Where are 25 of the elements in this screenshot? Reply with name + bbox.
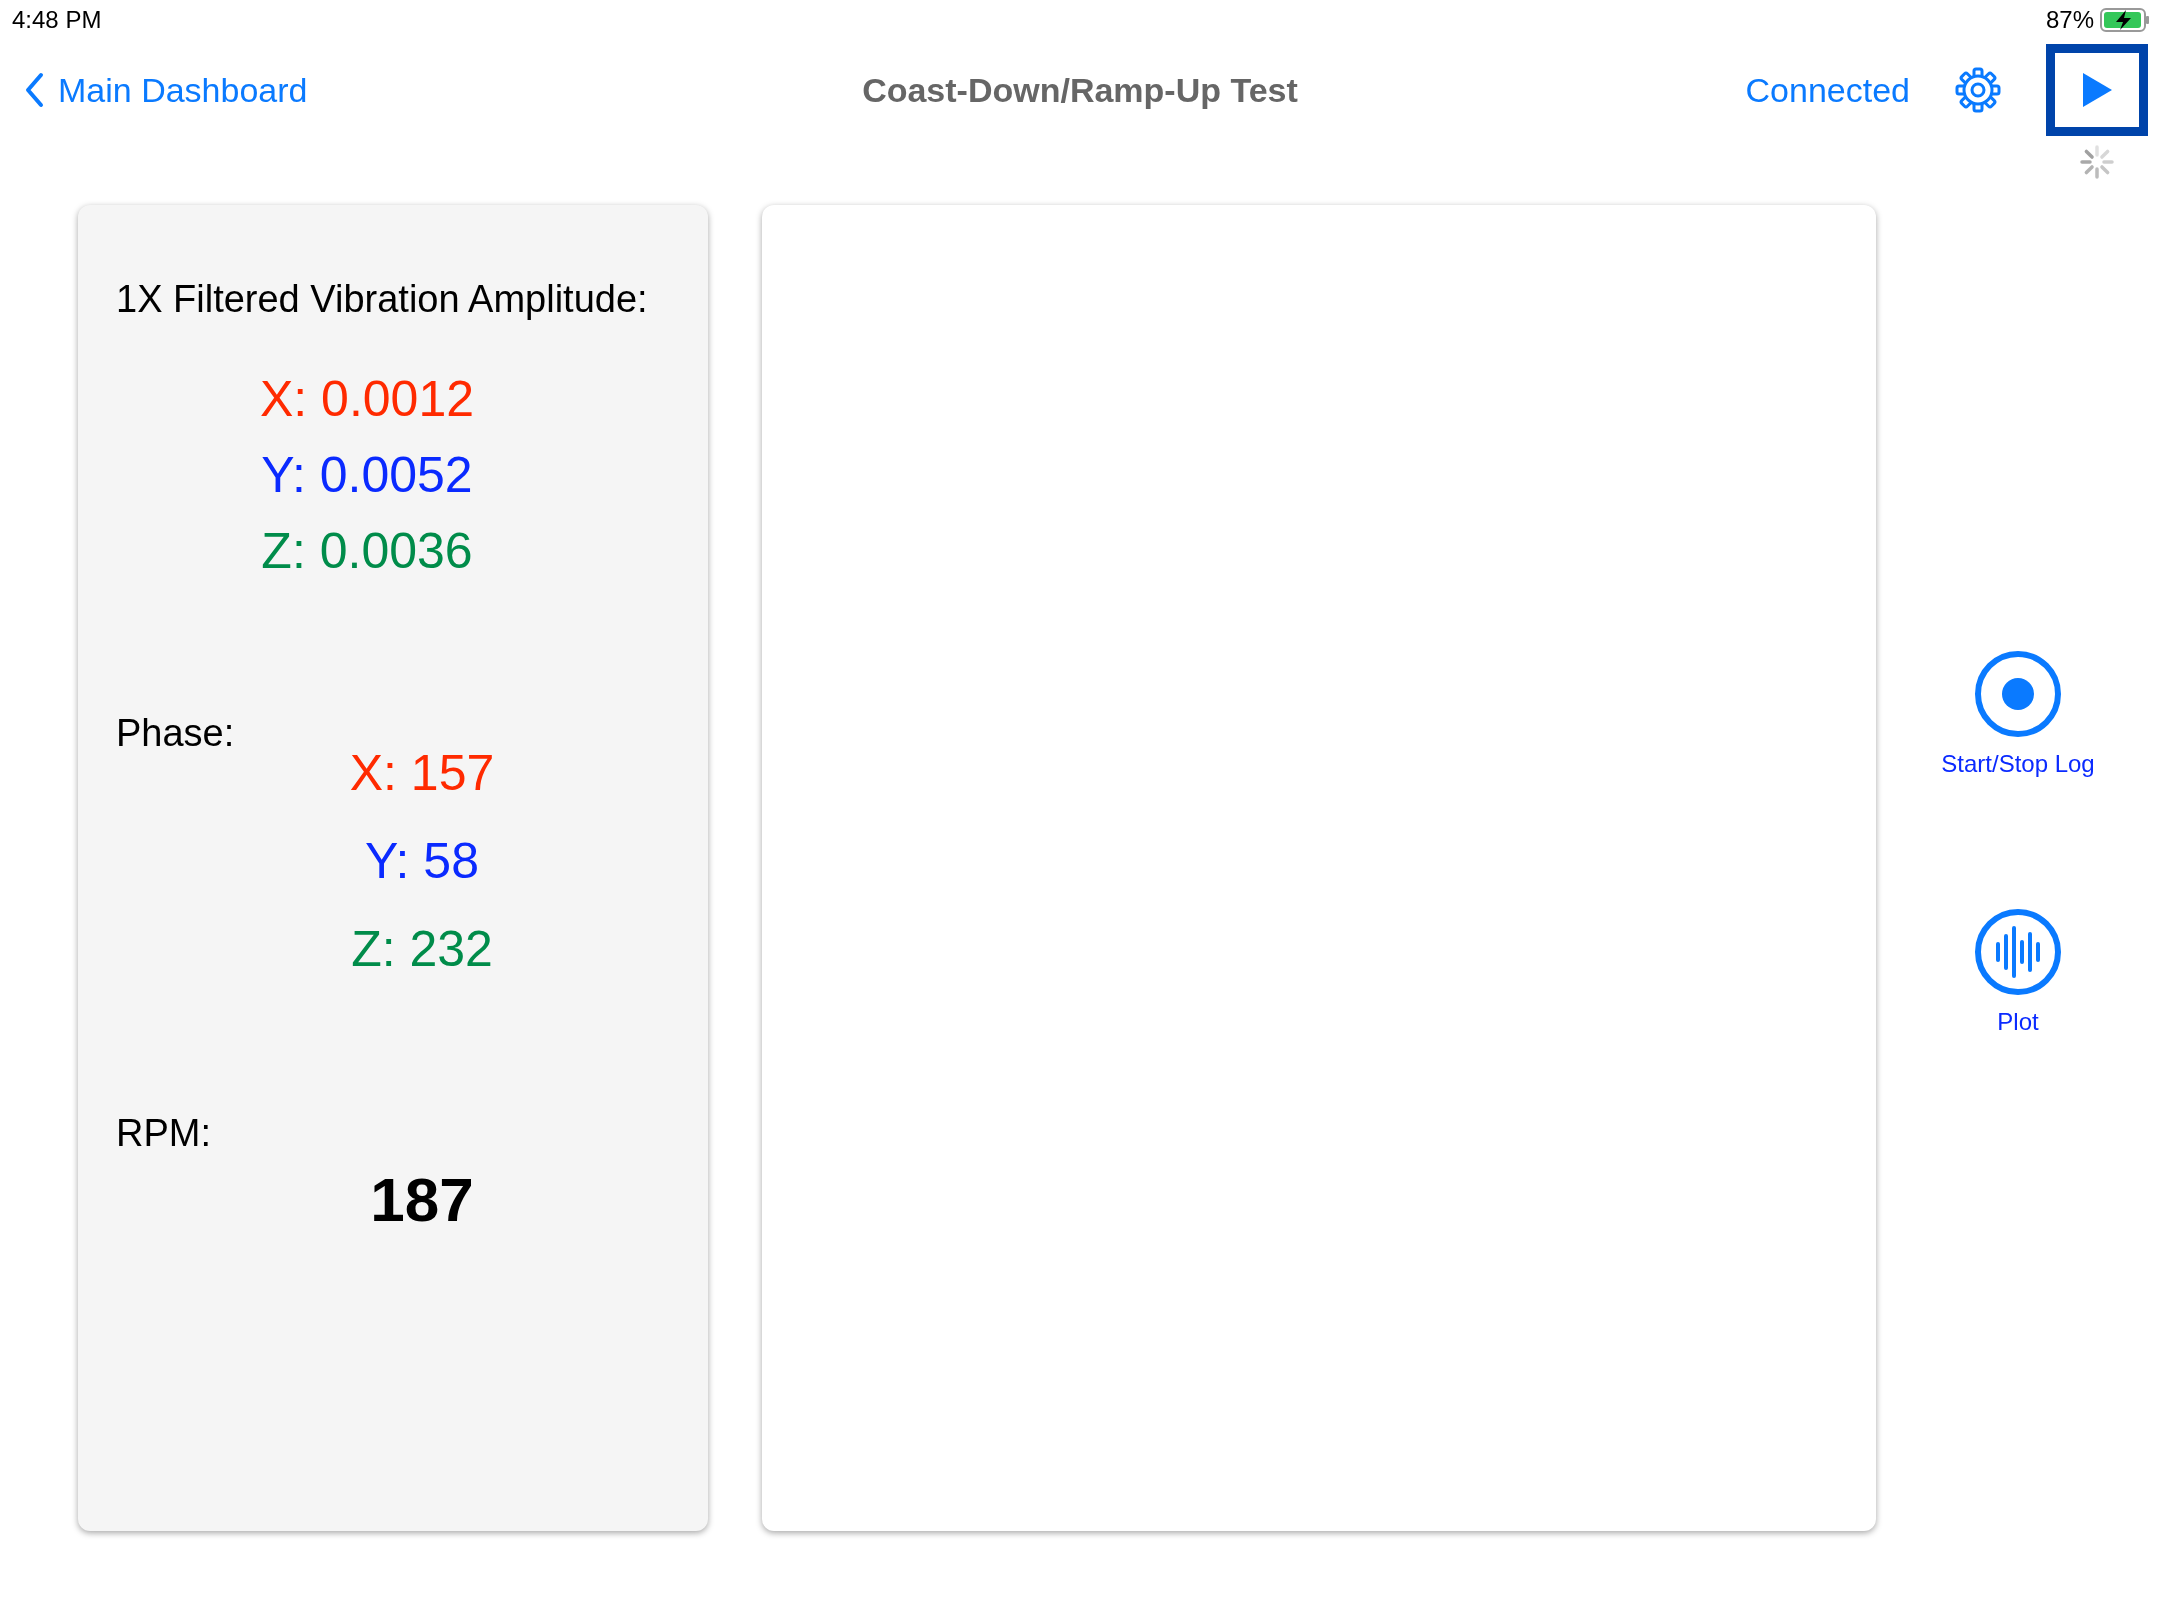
log-button[interactable]: Start/Stop Log <box>1941 650 2095 778</box>
play-icon <box>2080 71 2114 109</box>
phase-value: Y: 58 <box>365 832 479 891</box>
spinner-icon <box>2079 144 2115 180</box>
amplitude-value: Z: 0.0036 <box>261 522 473 581</box>
connection-status: Connected <box>1745 70 1910 110</box>
settings-icon[interactable] <box>1954 66 2002 114</box>
status-time: 4:48 PM <box>12 6 102 34</box>
amplitude-value: Y: 0.0052 <box>261 446 473 505</box>
phase-label: Phase: <box>116 711 236 755</box>
rpm-value: 187 <box>370 1165 474 1235</box>
play-button[interactable] <box>2046 44 2148 136</box>
plot-button[interactable]: Plot <box>1974 908 2062 1036</box>
rpm-label: RPM: <box>116 1111 212 1155</box>
battery-charging-icon <box>2100 8 2150 32</box>
amplitude-heading: 1X Filtered Vibration Amplitude: <box>116 277 649 321</box>
waveform-icon <box>1974 908 2062 996</box>
back-link[interactable]: Main Dashboard <box>24 70 308 110</box>
record-icon <box>1974 650 2062 738</box>
battery-percent: 87% <box>2045 6 2094 34</box>
phase-value: X: 157 <box>349 744 495 803</box>
chevron-left-icon <box>24 72 44 108</box>
screen-title: Coast-Down/Ramp-Up Test <box>862 70 1298 110</box>
amplitude-value: X: 0.0012 <box>259 370 475 429</box>
phase-value: Z: 232 <box>351 920 493 979</box>
